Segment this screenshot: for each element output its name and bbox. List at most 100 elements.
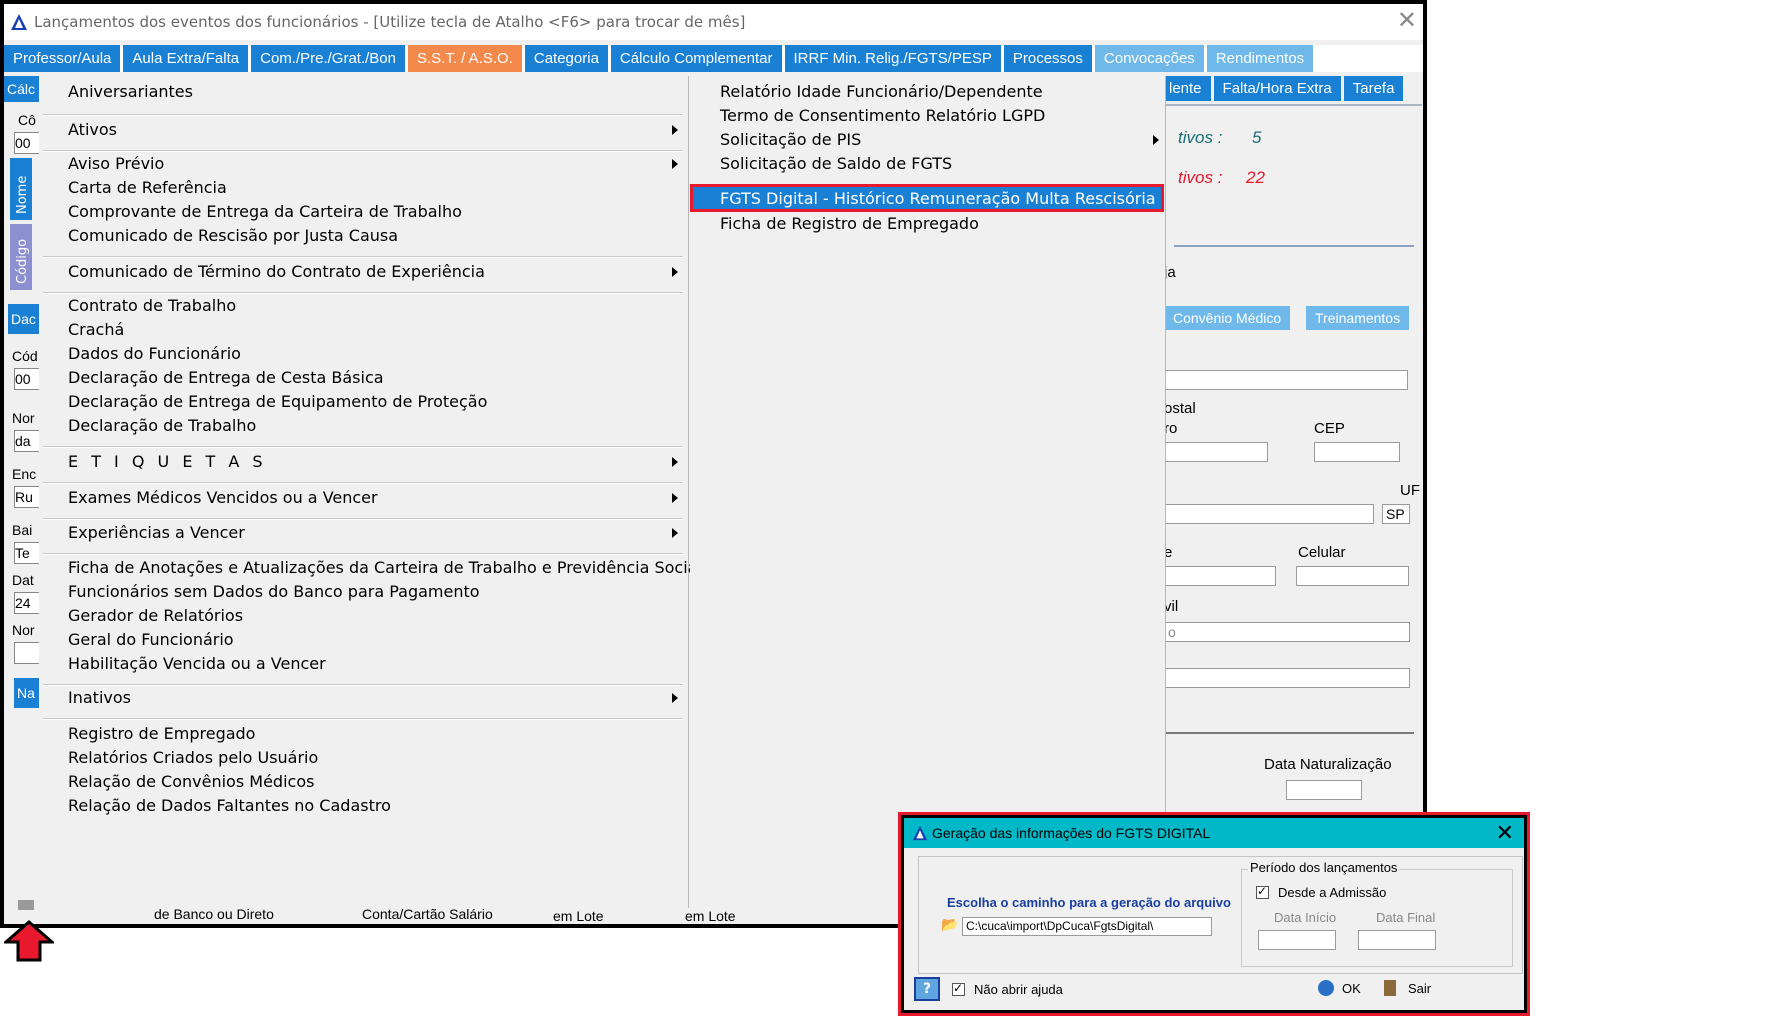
tab-aula-extra[interactable]: Aula Extra/Falta	[123, 45, 249, 72]
menu-item[interactable]: Relação de Convênios Médicos	[68, 770, 314, 794]
chevron-right-icon	[672, 267, 678, 277]
printer-icon[interactable]	[18, 900, 34, 910]
label-conta: Conta/Cartão Salário	[362, 906, 493, 922]
field-celular[interactable]	[1296, 566, 1409, 586]
tab-com-pre-grat[interactable]: Com./Pre./Grat./Bon	[251, 45, 405, 72]
menu-item[interactable]: Aniversariantes	[68, 80, 193, 104]
menu-item[interactable]: Funcionários sem Dados do Banco para Pag…	[68, 580, 480, 604]
main-window: Lançamentos dos eventos dos funcionários…	[0, 0, 1427, 928]
tab-irrf[interactable]: IRRF Min. Relig./FGTS/PESP	[784, 45, 1001, 72]
menu-item[interactable]: Relatórios Criados pelo Usuário	[68, 746, 318, 770]
tab-calculo-complementar[interactable]: Cálculo Complementar	[610, 45, 782, 72]
menu-item[interactable]: Exames Médicos Vencidos ou a Vencer	[68, 486, 378, 510]
help-button[interactable]: ?	[914, 977, 940, 1001]
tab-convenio-medico[interactable]: Convênio Médico	[1164, 306, 1291, 330]
field-1[interactable]	[1164, 370, 1408, 390]
field-numero[interactable]	[1164, 442, 1268, 462]
vtab-codigo[interactable]: Código	[10, 224, 32, 290]
menu-item[interactable]: Comunicado de Rescisão por Justa Causa	[68, 224, 398, 248]
menu-item[interactable]: Ficha de Anotações e Atualizações da Car…	[68, 556, 702, 580]
menu-item[interactable]: Solicitação de PIS	[720, 128, 861, 152]
menu-item[interactable]: Dados do Funcionário	[68, 342, 241, 366]
field-uf[interactable]: SP	[1382, 504, 1410, 524]
blank-field[interactable]	[14, 642, 40, 664]
label-bairro: Bai	[12, 522, 33, 538]
field-telefone[interactable]	[1164, 566, 1276, 586]
menu-item[interactable]: Ativos	[68, 118, 117, 142]
label-cod: Cód	[12, 348, 38, 364]
menu-item[interactable]: Experiências a Vencer	[68, 521, 245, 545]
field-cidade[interactable]	[1164, 504, 1374, 524]
menu-item[interactable]: Comprovante de Entrega da Carteira de Tr…	[68, 200, 462, 224]
menu-item[interactable]: Termo de Consentimento Relatório LGPD	[720, 104, 1045, 128]
menu-separator	[43, 114, 683, 116]
menu-item[interactable]: Geral do Funcionário	[68, 628, 234, 652]
label-co: Cô	[18, 112, 36, 128]
field-cep[interactable]	[1314, 442, 1400, 462]
date-field[interactable]: 24	[14, 592, 40, 614]
tab-rendimentos[interactable]: Rendimentos	[1206, 45, 1314, 72]
code-field-2[interactable]: 00	[14, 368, 40, 390]
title-bar: Lançamentos dos eventos dos funcionários…	[4, 4, 1423, 40]
chevron-right-icon	[672, 528, 678, 538]
tab-convocacoes[interactable]: Convocações	[1094, 45, 1204, 72]
vtab-nome[interactable]: Nome	[10, 158, 32, 220]
menu-item[interactable]: Relatório Idade Funcionário/Dependente	[720, 80, 1043, 104]
menu-item[interactable]: E T I Q U E T A S	[68, 450, 267, 474]
tab-professor-aula[interactable]: Professor/Aula	[4, 45, 121, 72]
tab-tarefa[interactable]: Tarefa	[1343, 76, 1404, 101]
field-extra[interactable]	[1164, 668, 1410, 688]
menu-item[interactable]: Declaração de Entrega de Cesta Básica	[68, 366, 384, 390]
path-input[interactable]: C:\cuca\import\DpCuca\FgtsDigital\	[962, 917, 1212, 936]
label-postal: ostal	[1164, 400, 1196, 417]
tab-treinamentos[interactable]: Treinamentos	[1306, 306, 1410, 330]
tab-lente[interactable]: lente	[1160, 76, 1211, 101]
menu-item-fgts-digital[interactable]: FGTS Digital - Histórico Remuneração Mul…	[690, 184, 1164, 212]
folder-icon[interactable]: 📂	[941, 917, 958, 933]
menu-item[interactable]: Crachá	[68, 318, 124, 342]
data-final-input[interactable]	[1358, 930, 1436, 950]
data-inicio-label: Data Início	[1274, 910, 1337, 925]
menu-item[interactable]: Carta de Referência	[68, 176, 227, 200]
field-data-naturalizacao[interactable]	[1286, 780, 1362, 800]
tab-categoria[interactable]: Categoria	[524, 45, 608, 72]
menu-item[interactable]: Gerador de Relatórios	[68, 604, 243, 628]
context-menu-left: Aniversariantes Ativos Aviso Prévio Carta d…	[39, 76, 702, 908]
label-data-naturalizacao: Data Naturalização	[1264, 756, 1392, 773]
menu-item[interactable]: Declaração de Entrega de Equipamento de …	[68, 390, 487, 414]
menu-item[interactable]: Inativos	[68, 686, 131, 710]
address-field[interactable]: Ru	[14, 486, 40, 508]
menu-separator	[43, 446, 683, 448]
tab-falta-hora-extra[interactable]: Falta/Hora Extra	[1213, 76, 1341, 101]
close-icon[interactable]: ✕	[1496, 818, 1514, 848]
right-form-area: tivos : 5 tivos : 22 ja Convênio Médico …	[1164, 104, 1422, 904]
menu-item[interactable]: Comunicado de Término do Contrato de Exp…	[68, 260, 485, 284]
dialog-title-bar: Geração das informações do FGTS DIGITAL …	[904, 818, 1524, 848]
close-icon[interactable]: ✕	[1397, 8, 1417, 32]
menu-item[interactable]: Solicitação de Saldo de FGTS	[720, 152, 952, 176]
estado-civil-select[interactable]: o	[1164, 622, 1410, 642]
tab-dados[interactable]: Dac	[8, 304, 40, 334]
menu-item[interactable]: Declaração de Trabalho	[68, 414, 256, 438]
tab-processos[interactable]: Processos	[1003, 45, 1092, 72]
label-lote-1: em Lote	[553, 908, 604, 924]
tab-sst-aso[interactable]: S.S.T. / A.S.O.	[408, 45, 522, 72]
fgts-digital-dialog: Geração das informações do FGTS DIGITAL …	[898, 812, 1530, 1016]
menu-item[interactable]: Ficha de Registro de Empregado	[720, 212, 979, 236]
bairro-field[interactable]: Te	[14, 542, 40, 564]
tab-calc[interactable]: Cálc	[4, 76, 40, 102]
label-data: Dat	[12, 572, 34, 588]
menu-item[interactable]: Registro de Empregado	[68, 722, 255, 746]
menu-item[interactable]: Habilitação Vencida ou a Vencer	[68, 652, 326, 676]
code-field[interactable]: 00	[14, 132, 40, 154]
desde-admissao-checkbox[interactable]	[1256, 884, 1269, 899]
tab-na[interactable]: Na	[14, 678, 40, 708]
periodo-label: Período dos lançamentos	[1248, 860, 1400, 875]
label-endereco: Enc	[12, 466, 37, 482]
name-field[interactable]: da	[14, 430, 40, 452]
menu-item[interactable]: Contrato de Trabalho	[68, 294, 236, 318]
menu-item[interactable]: Aviso Prévio	[68, 152, 164, 176]
nao-abrir-ajuda-checkbox[interactable]	[952, 981, 965, 996]
data-inicio-input[interactable]	[1258, 930, 1336, 950]
menu-item[interactable]: Relação de Dados Faltantes no Cadastro	[68, 794, 391, 818]
